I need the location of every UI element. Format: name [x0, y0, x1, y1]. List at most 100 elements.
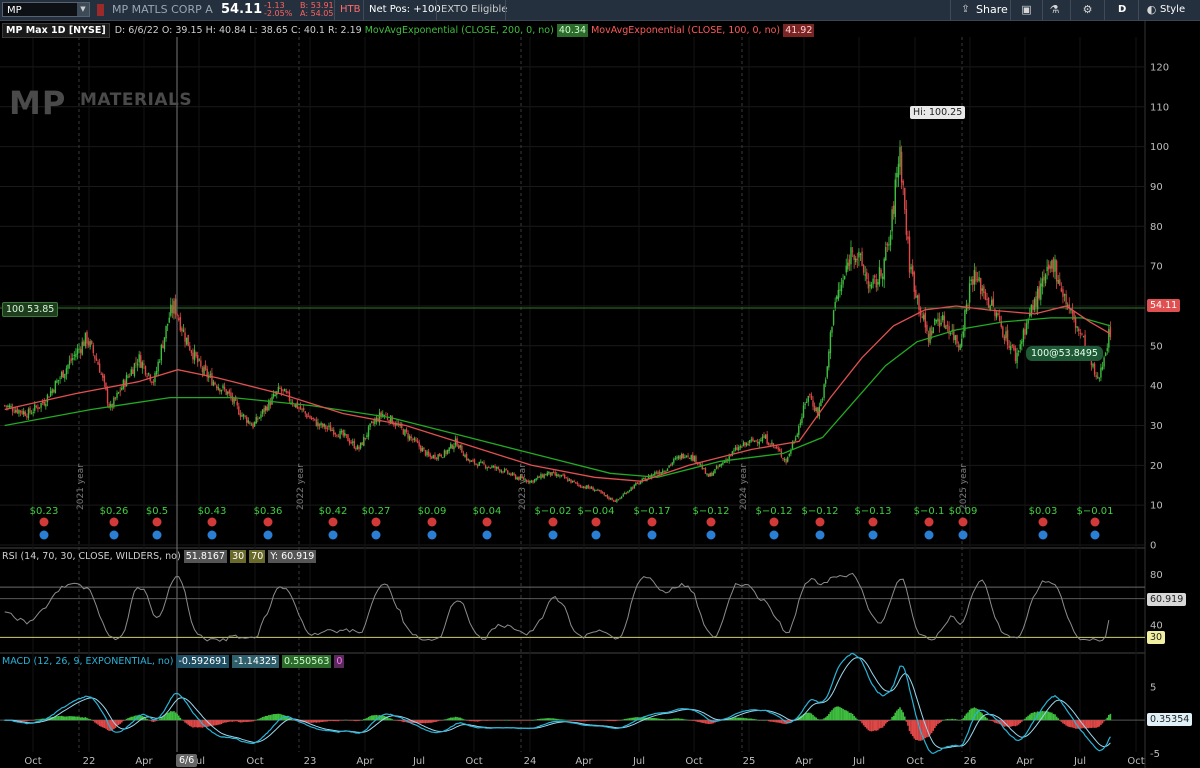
candle-body [215, 385, 218, 389]
candle-body [1078, 328, 1080, 332]
candle-body [1093, 363, 1096, 375]
earnings-icon [924, 517, 934, 527]
macd-bar [601, 720, 604, 721]
candle-body [350, 442, 352, 444]
candle-body [575, 482, 577, 484]
macd-bar [391, 719, 394, 721]
macd-bar [573, 720, 575, 721]
macd-bar [130, 716, 133, 721]
candle-body [60, 372, 63, 378]
candle-body [374, 420, 376, 424]
candle-body [370, 421, 373, 423]
candle-body [367, 426, 370, 437]
macd-bar [1068, 720, 1071, 727]
macd-bar [427, 720, 430, 723]
macd-bar [340, 720, 343, 721]
candle-body [469, 459, 471, 462]
candle-body [1016, 352, 1018, 364]
macd-bar [1106, 717, 1109, 721]
candle-body [258, 417, 261, 419]
macd-bar [195, 720, 197, 728]
candle-body [915, 289, 917, 298]
macd-bar [271, 714, 273, 721]
macd-title[interactable]: MACD (12, 26, 9, EXPONENTIAL, no) [2, 656, 173, 667]
candle-body [418, 442, 420, 447]
rsi-title[interactable]: RSI (14, 70, 30, CLOSE, WILDERS, no) [2, 551, 181, 562]
candle-body [38, 407, 41, 409]
macd-bar [821, 719, 824, 721]
macd-bar [864, 720, 867, 728]
macd-bar [881, 720, 884, 728]
candle-body [899, 147, 901, 167]
macd-bar [994, 720, 996, 723]
macd-bar [989, 720, 991, 721]
macd-bar [219, 720, 221, 725]
macd-bar [831, 710, 833, 721]
macd-bar [449, 717, 452, 721]
macd-bar [911, 720, 914, 737]
macd-bar [1089, 720, 1091, 728]
candle-body [826, 366, 828, 378]
ema100-label[interactable]: MovAvgExponential (CLOSE, 100, 0, no) [591, 25, 780, 36]
candle-body [228, 390, 231, 394]
candle-body [889, 234, 892, 246]
position-label[interactable]: 100 53.85 [2, 302, 59, 317]
candle-body [408, 435, 411, 440]
macd-bar [495, 720, 498, 721]
candle-body [1033, 298, 1036, 311]
macd-bar [236, 720, 239, 722]
macd-bar [650, 717, 653, 721]
macd-bar [434, 720, 436, 723]
candle-body [989, 305, 991, 310]
macd-bar [124, 720, 126, 721]
candle-body [8, 405, 11, 408]
candle-body [72, 357, 74, 360]
macd-bar [677, 718, 680, 721]
macd-bar [475, 720, 477, 722]
chart-canvas[interactable]: 0102030405060708090100110120Oct22AprJulO… [0, 0, 1200, 768]
macd-bar [233, 720, 235, 722]
candle-body [1057, 279, 1059, 284]
candle-body [1032, 305, 1034, 310]
macd-bar [484, 720, 487, 721]
macd-bar [533, 719, 536, 721]
macd-bar [761, 720, 764, 721]
macd-bar [880, 720, 882, 729]
fill-bubble[interactable]: 100@53.8495 [1026, 346, 1103, 361]
x-tick-label: Apr [795, 756, 813, 767]
candle-body [771, 442, 773, 445]
macd-bar [1022, 719, 1025, 721]
macd-bar [891, 716, 893, 721]
candle-body [633, 484, 635, 489]
macd-bar [1063, 720, 1066, 725]
macd-bar [83, 717, 85, 721]
macd-bar [480, 720, 482, 721]
candle-body [503, 469, 506, 473]
dividend-icon [263, 530, 273, 540]
dividend-icon [548, 530, 558, 540]
ema200-label[interactable]: MovAvgExponential (CLOSE, 200, 0, no) [365, 25, 554, 36]
study-title[interactable]: MP Max 1D [NYSE] [2, 23, 110, 38]
candle-body [972, 279, 974, 285]
candle-body [750, 439, 753, 441]
candle-body [489, 467, 492, 469]
candle-body [605, 495, 607, 497]
macd-bar [337, 720, 340, 722]
macd-bar [525, 720, 528, 721]
macd-bar [548, 718, 550, 721]
candle-body [655, 472, 658, 474]
macd-bar [968, 710, 971, 721]
candle-body [579, 484, 582, 487]
high-bubble: Hi: 100.25 [910, 106, 966, 119]
price-panel-header: MP Max 1D [NYSE] D: 6/6/22 O: 39.15 H: 4… [2, 23, 815, 38]
candle-body [472, 460, 474, 462]
x-tick-label: Oct [24, 756, 41, 767]
macd-bar [540, 718, 542, 721]
x-tick-label: Oct [465, 756, 482, 767]
macd-bar [633, 717, 636, 721]
candle-body [84, 332, 87, 347]
macd-bar [344, 719, 346, 721]
macd-bar [1049, 712, 1052, 721]
candle-body [345, 434, 348, 436]
macd-bar [315, 720, 318, 723]
